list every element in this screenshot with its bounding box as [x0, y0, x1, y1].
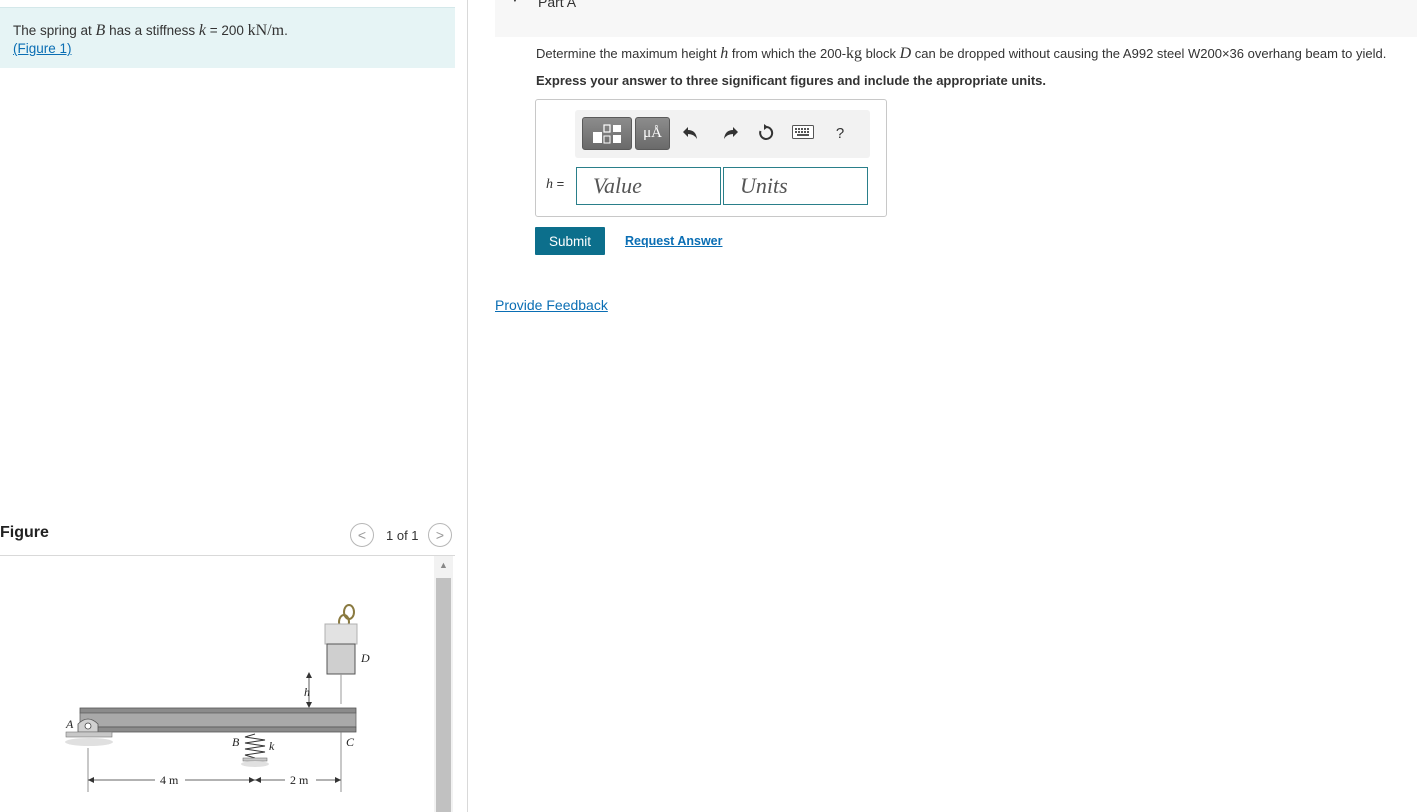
chevron-left-icon: < [357, 527, 367, 543]
units-button[interactable]: μÅ [635, 117, 670, 150]
units-input[interactable] [723, 167, 868, 205]
part-title: Part A [538, 0, 577, 10]
part-header[interactable] [495, 0, 1417, 37]
value-input[interactable] [576, 167, 721, 205]
figure-counter: 1 of 1 [386, 528, 419, 543]
spring-b [241, 733, 269, 767]
label-d: D [360, 651, 370, 665]
figure-diagram: D h A B k C 4 m 2 m [0, 556, 455, 812]
provide-feedback-link[interactable]: Provide Feedback [495, 297, 608, 313]
reset-icon[interactable] [755, 122, 777, 144]
collapse-caret-icon[interactable]: ▼ [510, 0, 520, 5]
figure-link[interactable]: (Figure 1) [13, 41, 72, 56]
keyboard-icon[interactable] [792, 124, 814, 140]
undo-icon[interactable] [680, 122, 702, 144]
beam-web [79, 712, 357, 728]
next-figure-button[interactable]: > [428, 523, 452, 547]
dim-arrow-b-right [255, 777, 261, 783]
question-text: Determine the maximum height h from whic… [536, 45, 1387, 62]
dim-arrow-b-left [249, 777, 255, 783]
dim-label-2m: 2 m [290, 773, 309, 787]
scroll-up-arrow-icon[interactable]: ▲ [434, 560, 453, 574]
left-panel: The spring at B has a stiffness k = 200 … [0, 0, 468, 812]
chevron-right-icon: > [435, 527, 445, 543]
problem-text: The spring at B has a stiffness k = 200 … [13, 22, 288, 39]
dim-arrow-a [88, 777, 94, 783]
request-answer-link[interactable]: Request Answer [625, 234, 722, 248]
dim-arrow-c [335, 777, 341, 783]
answer-instruction: Express your answer to three significant… [536, 73, 1046, 88]
label-h: h [304, 685, 310, 699]
label-a: A [65, 717, 74, 731]
figure-title: Figure [0, 524, 49, 541]
block-d [326, 643, 356, 675]
h-arrow-up [306, 672, 312, 678]
answer-variable-label: h = [546, 176, 565, 192]
help-icon[interactable]: ? [829, 122, 851, 144]
figure-scrollbar-thumb[interactable] [436, 578, 451, 812]
problem-statement: The spring at B has a stiffness k = 200 … [0, 7, 455, 68]
label-k: k [269, 739, 275, 753]
units-icon: μÅ [643, 125, 662, 141]
label-c: C [346, 735, 355, 749]
previous-figure-button[interactable]: < [350, 523, 374, 547]
templates-button[interactable] [582, 117, 632, 150]
beam-diagram: D h A B k C 4 m 2 m [65, 604, 370, 792]
h-arrow-down [306, 702, 312, 708]
submit-button[interactable]: Submit [535, 227, 605, 255]
beam-top-flange [79, 707, 357, 714]
redo-icon[interactable] [719, 122, 741, 144]
templates-icon [593, 123, 621, 143]
figure-header: Figure < 1 of 1 > [0, 520, 455, 556]
beam-bottom-flange [79, 726, 357, 733]
hook-plate [324, 623, 358, 645]
dim-label-4m: 4 m [160, 773, 179, 787]
label-b: B [232, 735, 240, 749]
